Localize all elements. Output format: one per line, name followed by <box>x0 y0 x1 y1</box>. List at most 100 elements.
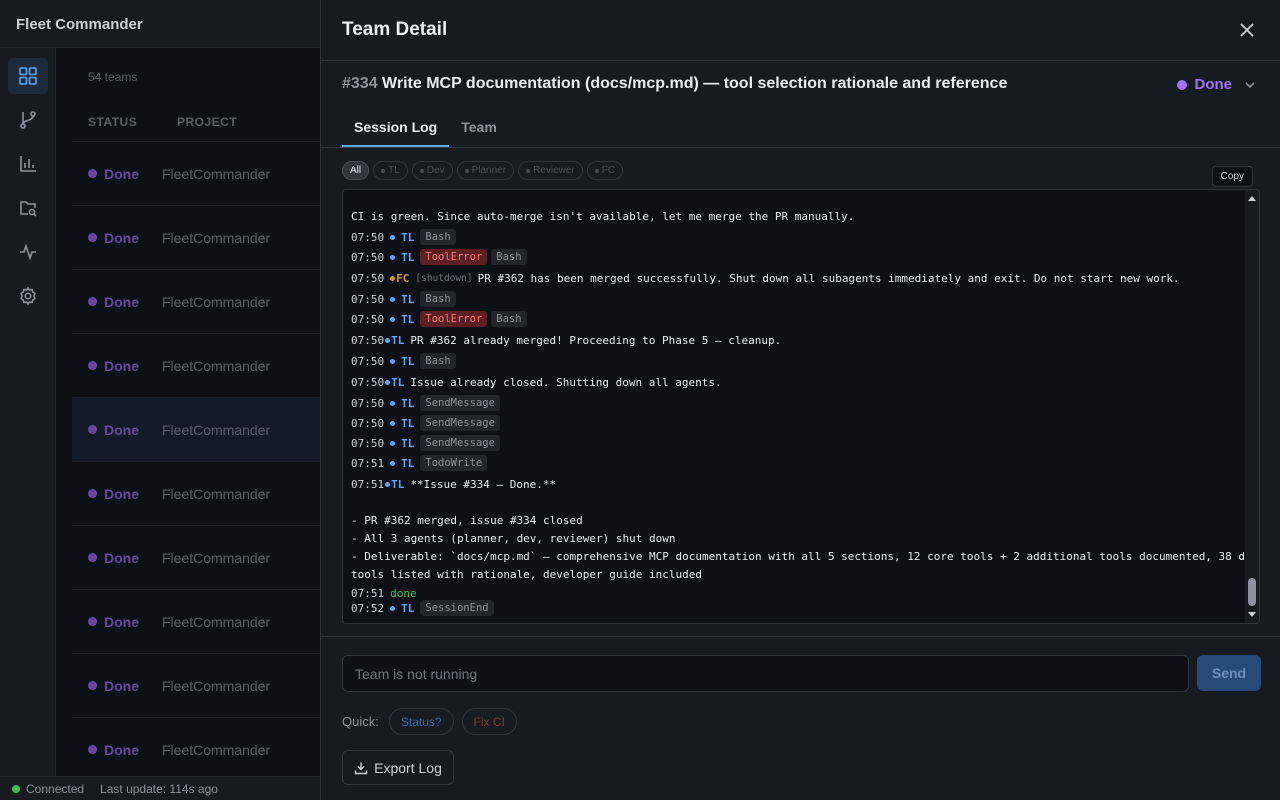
filter-tl[interactable]: TL <box>373 161 408 180</box>
close-button[interactable] <box>1235 18 1259 42</box>
app-title: Fleet Commander <box>0 0 320 48</box>
panel-title: Team Detail <box>342 19 448 40</box>
table-row[interactable]: Done FleetCommander <box>72 462 320 526</box>
issue-number: #334 <box>342 75 378 92</box>
log-line: 07:50 TL SendMessage <box>351 434 504 452</box>
filter-dev[interactable]: Dev <box>411 161 453 180</box>
log-scrollbar[interactable] <box>1245 190 1259 623</box>
last-update: Last update: 114s ago <box>100 781 218 796</box>
row-status: Done <box>104 357 139 374</box>
session-log[interactable]: CI is green. Since auto-merge isn't avai… <box>342 189 1260 624</box>
grid-icon <box>19 67 37 85</box>
table-row[interactable]: Done FleetCommander <box>72 206 320 270</box>
row-status: Done <box>104 741 139 758</box>
issue-status-label: Done <box>1194 76 1233 93</box>
issue-status-dropdown[interactable]: Done <box>1176 76 1257 93</box>
table-row[interactable]: Done FleetCommander <box>72 334 320 398</box>
git-branch-icon <box>20 111 36 129</box>
tool-tag: Bash <box>420 353 456 369</box>
bar-chart-icon <box>20 156 36 172</box>
quick-actions: Quick: Status? Fix CI <box>342 708 517 735</box>
panel-header: Team Detail <box>321 0 1280 61</box>
connection-dot <box>12 784 20 793</box>
quick-label: Quick: <box>342 714 379 729</box>
tab-team[interactable]: Team <box>449 108 509 147</box>
table-row[interactable]: Done FleetCommander <box>72 270 320 334</box>
team-list: 54 teams STATUS PROJECT Done FleetCommand… <box>56 48 320 782</box>
quick-status-button[interactable]: Status? <box>388 708 454 735</box>
filter-label: FC <box>601 165 616 176</box>
nav-git-button[interactable] <box>8 102 48 138</box>
nav-teams-button[interactable] <box>8 58 48 94</box>
download-icon <box>354 762 368 774</box>
connection-status: Connected <box>26 781 85 796</box>
team-detail-panel: Team Detail #334 Write MCP documentation… <box>320 0 1280 800</box>
log-text-line: - PR #362 merged, issue #334 closed <box>351 513 583 527</box>
copy-button[interactable]: Copy <box>1211 166 1253 187</box>
issue-title-line: #334 Write MCP documentation (docs/mcp.m… <box>342 75 1007 93</box>
scroll-down-icon[interactable] <box>1248 612 1256 617</box>
log-text-line: CI is green. Since auto-merge isn't avai… <box>351 209 855 223</box>
log-line: 07:51 TL **Issue #334 — Done.** <box>351 477 557 491</box>
error-tag: ToolError <box>420 249 488 265</box>
nav-stats-button[interactable] <box>8 146 48 182</box>
tool-tag: SendMessage <box>420 415 500 431</box>
nav-settings-button[interactable] <box>8 278 48 314</box>
tabs-divider <box>321 147 1280 148</box>
detail-tabs: Session Log Team <box>342 108 509 147</box>
row-project: FleetCommander <box>162 613 271 630</box>
log-line: 07:50 TL Bash <box>351 228 460 246</box>
row-status: Done <box>104 229 139 246</box>
log-line: 07:50 TL Bash <box>351 290 460 308</box>
log-line: 07:50 TL PR #362 already merged! Proceedin… <box>351 333 782 347</box>
row-status: Done <box>104 421 139 438</box>
status-dot <box>88 233 97 242</box>
filter-reviewer[interactable]: Reviewer <box>518 161 583 180</box>
column-header-project[interactable]: PROJECT <box>177 115 237 129</box>
filter-fc[interactable]: FC <box>586 161 624 180</box>
tab-session-log[interactable]: Session Log <box>342 108 450 147</box>
log-line: 07:51 TL TodoWrite <box>351 454 491 472</box>
table-row[interactable]: Done FleetCommander <box>72 718 320 782</box>
send-button[interactable]: Send <box>1197 655 1261 691</box>
nav-projects-button[interactable] <box>8 190 48 226</box>
status-dot <box>88 169 97 178</box>
export-log-button[interactable]: Export Log <box>342 750 454 785</box>
table-row[interactable]: Done FleetCommander <box>72 654 320 718</box>
table-row[interactable]: Done FleetCommander <box>72 526 320 590</box>
column-header-status[interactable]: STATUS <box>88 115 137 129</box>
filter-label: All <box>350 165 362 176</box>
teams-count: 54 teams <box>88 70 138 84</box>
log-line: 07:50 FC [shutdown] PR #362 has been merged… <box>351 271 1180 285</box>
row-project: FleetCommander <box>162 549 271 566</box>
table-row[interactable]: Done FleetCommander <box>72 590 320 654</box>
nav-activity-button[interactable] <box>8 234 48 270</box>
activity-icon <box>20 243 36 261</box>
message-input[interactable] <box>342 655 1189 692</box>
log-text-line: - All 3 agents (planner, dev, reviewer) … <box>351 531 676 545</box>
quick-fix-ci-button[interactable]: Fix CI <box>461 708 517 735</box>
filter-planner[interactable]: Planner <box>456 161 515 180</box>
filter-all[interactable]: All <box>342 161 370 180</box>
scrollbar-thumb[interactable] <box>1248 578 1256 606</box>
tool-tag: SendMessage <box>420 395 500 411</box>
status-dot <box>88 553 97 562</box>
table-row[interactable]: Done FleetCommander <box>72 142 320 206</box>
row-status: Done <box>104 293 139 310</box>
row-project: FleetCommander <box>162 229 271 246</box>
table-row-selected[interactable]: Done FleetCommander <box>72 398 320 462</box>
tool-tag: Bash <box>420 291 456 307</box>
scroll-up-icon[interactable] <box>1248 196 1256 201</box>
log-line: 07:50 TL SendMessage <box>351 394 504 412</box>
status-dot <box>88 425 97 434</box>
log-text-line: tools listed with rationale, developer g… <box>351 567 702 581</box>
status-dot <box>1176 79 1187 90</box>
log-line: 07:50 TL Bash <box>351 352 460 370</box>
row-project: FleetCommander <box>162 165 271 182</box>
row-project: FleetCommander <box>162 485 271 502</box>
log-line: 07:50 TL Issue already closed. Shutting do… <box>351 375 722 389</box>
log-text-line: - Deliverable: `docs/mcp.md` — comprehen… <box>351 549 1260 563</box>
row-project: FleetCommander <box>162 677 271 694</box>
error-tag: ToolError <box>420 311 488 327</box>
row-status: Done <box>104 165 139 182</box>
